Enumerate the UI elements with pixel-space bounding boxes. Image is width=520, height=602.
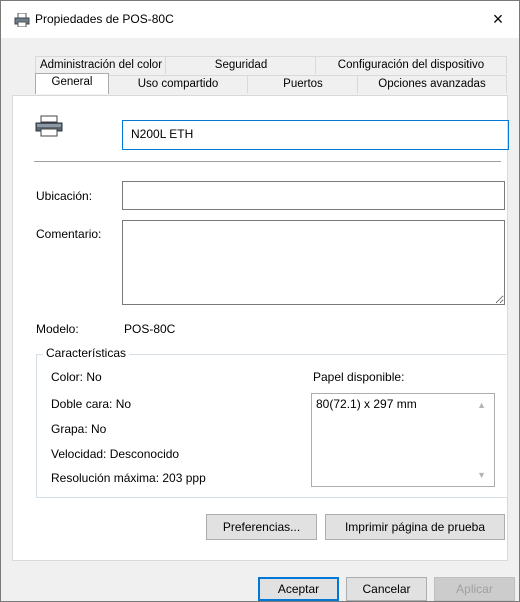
feature-max-resolution: Resolución máxima: 203 ppp xyxy=(51,471,206,485)
feature-duplex: Doble cara: No xyxy=(51,397,132,411)
scroll-up-icon[interactable]: ▲ xyxy=(477,400,486,410)
feature-staple: Grapa: No xyxy=(51,422,107,436)
scroll-down-icon[interactable]: ▼ xyxy=(477,470,486,480)
comment-label: Comentario: xyxy=(36,227,102,241)
location-label: Ubicación: xyxy=(36,189,93,203)
paper-list-item[interactable]: 80(72.1) x 297 mm xyxy=(316,397,417,411)
model-value: POS-80C xyxy=(124,322,176,336)
paper-list[interactable]: 80(72.1) x 297 mm ▲ ▼ xyxy=(311,393,495,487)
close-icon[interactable]: × xyxy=(483,5,513,33)
printer-properties-dialog: Propiedades de POS-80C × Administración … xyxy=(0,0,520,602)
features-legend: Características xyxy=(43,346,130,360)
printer-name-field[interactable]: N200L ETH xyxy=(122,120,509,150)
paper-label: Papel disponible: xyxy=(313,370,405,384)
window-title: Propiedades de POS-80C xyxy=(35,12,174,26)
feature-speed: Velocidad: Desconocido xyxy=(51,447,180,461)
model-label: Modelo: xyxy=(36,322,79,336)
feature-color: Color: No xyxy=(51,370,102,384)
preferences-button[interactable]: Preferencias... xyxy=(206,514,317,540)
location-input[interactable] xyxy=(122,181,505,210)
tab-ports[interactable]: Puertos xyxy=(247,75,359,93)
separator xyxy=(34,161,501,162)
tab-strip: Administración del color Seguridad Confi… xyxy=(1,38,519,102)
ok-button[interactable]: Aceptar xyxy=(258,577,339,601)
tab-device-settings[interactable]: Configuración del dispositivo xyxy=(315,56,507,74)
tab-advanced[interactable]: Opciones avanzadas xyxy=(357,75,507,93)
title-bar: Propiedades de POS-80C × xyxy=(1,1,519,38)
tab-general[interactable]: General xyxy=(35,73,109,94)
tab-sharing[interactable]: Uso compartido xyxy=(107,75,249,93)
printer-icon xyxy=(14,13,30,27)
print-test-page-button[interactable]: Imprimir página de prueba xyxy=(325,514,505,540)
apply-button[interactable]: Aplicar xyxy=(434,577,515,601)
comment-textarea[interactable] xyxy=(122,220,505,305)
tab-color-management[interactable]: Administración del color xyxy=(35,56,167,74)
printer-large-icon xyxy=(35,115,63,137)
cancel-button[interactable]: Cancelar xyxy=(346,577,427,601)
tab-security[interactable]: Seguridad xyxy=(165,56,317,74)
